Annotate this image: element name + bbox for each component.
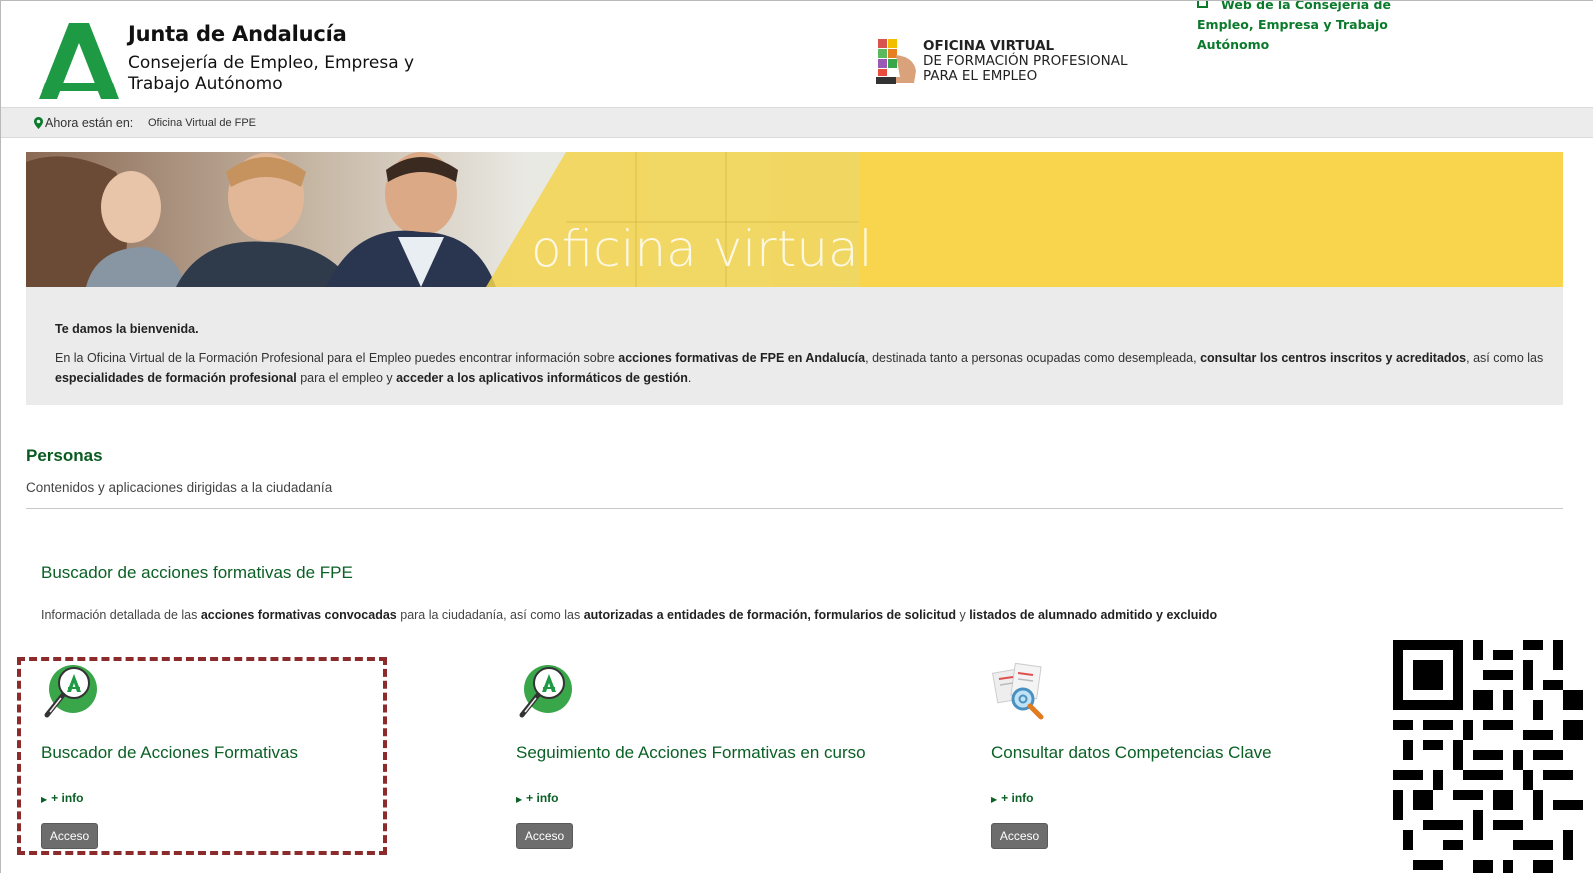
qr-code <box>1393 640 1583 873</box>
office-line2: DE FORMACIÓN PROFESIONAL <box>923 53 1128 69</box>
personas-heading: Personas <box>26 446 103 465</box>
access-button[interactable]: Acceso <box>516 823 573 849</box>
location-pin-icon <box>34 117 43 129</box>
card-title[interactable]: Seguimiento de Acciones Formativas en cu… <box>516 743 866 763</box>
hero-banner: oficina virtual <box>26 152 1563 287</box>
office-line1: OFICINA VIRTUAL <box>923 38 1055 54</box>
highlight-annotation <box>17 657 387 855</box>
access-button[interactable]: Acceso <box>991 823 1048 849</box>
consejeria-web-link[interactable]: Web de la Consejería de Empleo, Empresa … <box>1197 1 1437 55</box>
personas-subtitle: Contenidos y aplicaciones dirigidas a la… <box>26 480 333 495</box>
office-line3: PARA EL EMPLEO <box>923 68 1038 84</box>
triangle-right-icon: ▶ <box>516 795 523 804</box>
breadcrumb-label: Ahora están en: <box>45 116 134 130</box>
section-divider <box>26 508 1563 509</box>
welcome-box: Te damos la bienvenida. En la Oficina Vi… <box>26 287 1563 405</box>
triangle-right-icon: ▶ <box>991 795 998 804</box>
banner-text: oficina virtual <box>531 220 873 278</box>
site-header: Junta de Andalucía Consejería de Empleo,… <box>1 1 1593 107</box>
welcome-text: En la Oficina Virtual de la Formación Pr… <box>55 351 1544 385</box>
documents-search-icon <box>991 662 1044 720</box>
more-info-link[interactable]: ▶ + info <box>991 791 1034 805</box>
oficina-virtual-logo[interactable] <box>874 37 918 85</box>
junta-andalucia-logo[interactable] <box>39 23 119 99</box>
more-info-link[interactable]: ▶ + info <box>516 791 559 805</box>
search-magnifier-icon <box>519 665 572 718</box>
section-title: Buscador de acciones formativas de FPE <box>41 563 353 582</box>
card-seguimiento-acciones: Seguimiento de Acciones Formativas en cu… <box>516 661 876 861</box>
org-title: Junta de Andalucía <box>128 22 347 46</box>
oficina-virtual-title: OFICINA VIRTUAL DE FORMACIÓN PROFESIONAL… <box>923 39 1128 84</box>
breadcrumb-current: Oficina Virtual de FPE <box>148 117 257 129</box>
card-title[interactable]: Consultar datos Competencias Clave <box>991 743 1272 763</box>
breadcrumb: Ahora están en: Oficina Virtual de FPE <box>1 107 1593 138</box>
org-subtitle: Consejería de Empleo, Empresa y Trabajo … <box>128 53 415 94</box>
section-description: Información detallada de las acciones fo… <box>41 608 1218 622</box>
page-frame: Junta de Andalucía Consejería de Empleo,… <box>0 0 1593 873</box>
welcome-title: Te damos la bienvenida. <box>55 322 199 336</box>
card-competencias-clave: Consultar datos Competencias Clave ▶ + in… <box>991 661 1351 861</box>
